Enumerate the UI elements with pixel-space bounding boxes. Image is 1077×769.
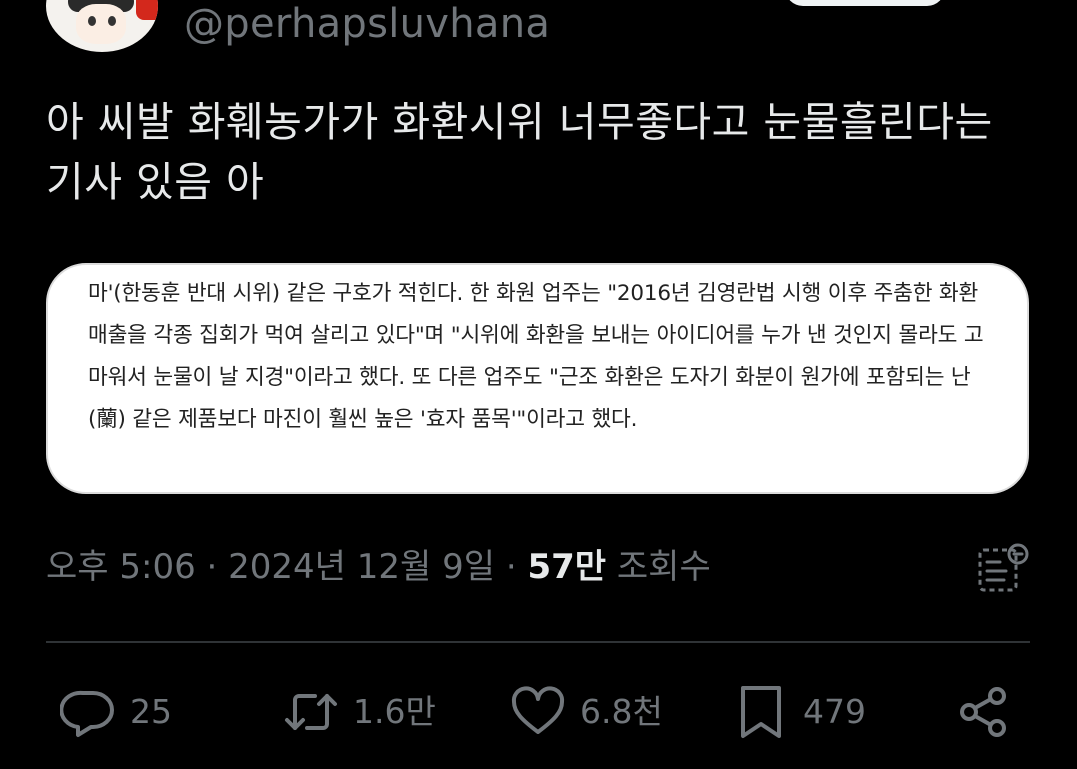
bookmark-button[interactable]: 479 (733, 684, 866, 740)
attached-image[interactable]: 마'(한동훈 반대 시위) 같은 구호가 적힌다. 한 화원 업주는 "2016… (46, 263, 1029, 494)
reply-count: 25 (130, 692, 172, 731)
tweet-detail: @perhapsluvhana 아 씨발 화훼농가가 화환시위 너무좋다고 눈물… (0, 0, 1077, 769)
meta-separator: · (495, 547, 528, 587)
meta-separator: · (195, 547, 229, 587)
like-button[interactable]: 6.8천 (510, 684, 663, 740)
retweet-count: 1.6만 (353, 692, 436, 731)
bookmark-count: 479 (803, 692, 866, 731)
tweet-date[interactable]: 2024년 12월 9일 (228, 547, 495, 587)
views-count: 57만 (527, 547, 607, 587)
like-count: 6.8천 (580, 692, 663, 731)
reply-button[interactable]: 25 (60, 684, 172, 740)
avatar-eye (108, 16, 116, 26)
tweet-text: 아 씨발 화훼농가가 화환시위 너무좋다고 눈물흘린다는 기사 있음 아 (46, 98, 993, 206)
attached-image-text: 마'(한동훈 반대 시위) 같은 구호가 적힌다. 한 화원 업주는 "2016… (88, 281, 984, 432)
avatar-accent (136, 0, 158, 20)
tweet-meta: 오후 5:06 · 2024년 12월 9일 · 57만 조회수 (46, 542, 711, 592)
avatar-face (76, 4, 126, 44)
analytics-icon[interactable] (976, 542, 1030, 596)
avatar[interactable] (46, 0, 158, 52)
retweet-button[interactable]: 1.6만 (283, 684, 436, 740)
share-icon[interactable] (955, 684, 1011, 740)
follow-button[interactable] (785, 0, 945, 6)
views-label: 조회수 (616, 547, 711, 587)
user-handle[interactable]: @perhapsluvhana (184, 2, 550, 46)
tweet-time[interactable]: 오후 5:06 (46, 547, 196, 587)
retweet-icon (285, 694, 337, 730)
reply-icon (60, 690, 114, 737)
bookmark-icon (741, 686, 781, 738)
heart-icon (511, 686, 565, 734)
avatar-eye (88, 16, 96, 26)
divider (46, 641, 1030, 643)
